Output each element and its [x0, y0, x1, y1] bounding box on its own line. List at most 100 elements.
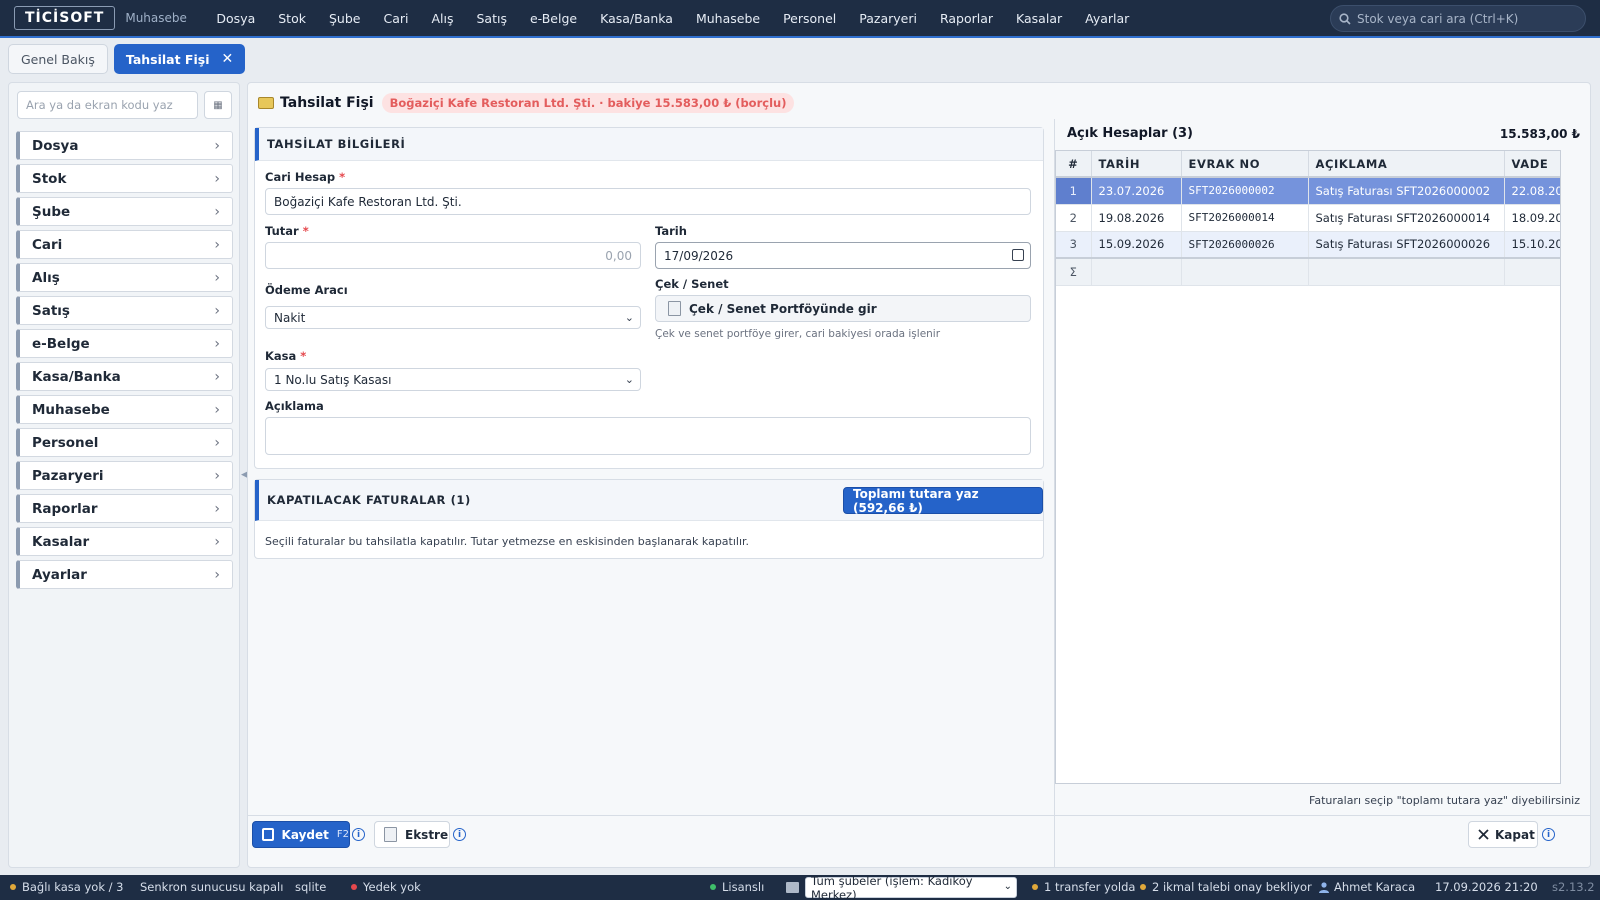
- cek-hint: Çek ve senet portföye girer, cari bakiye…: [655, 328, 941, 340]
- table-row[interactable]: 3 15.09.2026 SFT2026000026 Satış Faturas…: [1056, 231, 1560, 259]
- page-title: Tahsilat Fişi: [280, 95, 374, 111]
- save-button[interactable]: Kaydet F2: [252, 821, 350, 848]
- chevron-down-icon: ⌄: [624, 311, 634, 324]
- info-icon[interactable]: i: [352, 828, 365, 841]
- status-datetime: 17.09.2026 21:20: [1435, 880, 1538, 894]
- status-dot: [1140, 884, 1146, 890]
- table-row[interactable]: 1 23.07.2026 SFT2026000002 Satış Faturas…: [1056, 177, 1560, 205]
- sidebar-item-stok[interactable]: Stok ›: [16, 164, 233, 193]
- aciklama-textarea[interactable]: [265, 417, 1031, 455]
- sidebar-item-personel[interactable]: Personel ›: [16, 428, 233, 457]
- sidebar-item-sube[interactable]: Şube ›: [16, 197, 233, 226]
- chevron-right-icon: ›: [214, 434, 220, 451]
- document-icon: [668, 301, 681, 316]
- sidebar-item-kasa-banka[interactable]: Kasa/Banka ›: [16, 362, 233, 391]
- sidebar-item-pazaryeri[interactable]: Pazaryeri ›: [16, 461, 233, 490]
- col-vade[interactable]: VADE: [1504, 151, 1560, 178]
- sidebar-item-kasalar[interactable]: Kasalar ›: [16, 527, 233, 556]
- cell-aciklama: Satış Faturası SFT2026000002: [1308, 177, 1505, 205]
- menu-cari[interactable]: Cari: [372, 11, 420, 26]
- tab-genel-bakis[interactable]: Genel Bakış: [8, 44, 108, 74]
- menu-alis[interactable]: Alış: [420, 11, 465, 26]
- sidebar-search-input[interactable]: [17, 91, 198, 119]
- kasa-select[interactable]: 1 No.lu Satış Kasası ⌄: [265, 368, 641, 391]
- menu-dosya[interactable]: Dosya: [205, 11, 267, 26]
- chevron-right-icon: ›: [214, 269, 220, 286]
- sidebar-item-ayarlar[interactable]: Ayarlar ›: [16, 560, 233, 589]
- cari-input[interactable]: Boğaziçi Kafe Restoran Ltd. Şti.: [265, 188, 1031, 215]
- cek-senet-button[interactable]: Çek / Senet Portföyünde gir: [655, 295, 1031, 322]
- sidebar-item-label: Kasalar: [32, 533, 90, 550]
- info-icon[interactable]: i: [453, 828, 466, 841]
- sum-icon: Σ: [1056, 257, 1092, 286]
- close-button[interactable]: Kapat: [1468, 821, 1538, 848]
- status-license: Lisanslı: [710, 880, 764, 894]
- kasa-value: 1 No.lu Satış Kasası: [274, 372, 392, 387]
- sidebar-item-ebelge[interactable]: e-Belge ›: [16, 329, 233, 358]
- sidebar-item-alis[interactable]: Alış ›: [16, 263, 233, 292]
- status-transfer[interactable]: 1 transfer yolda: [1032, 880, 1135, 894]
- sidebar-item-label: Cari: [32, 236, 63, 253]
- required-mark: *: [300, 349, 307, 363]
- close-icon[interactable]: ✕: [221, 51, 233, 67]
- sidebar-item-muhasebe[interactable]: Muhasebe ›: [16, 395, 233, 424]
- col-aciklama[interactable]: AÇIKLAMA: [1308, 151, 1505, 178]
- menu-stok[interactable]: Stok: [267, 11, 318, 26]
- info-icon[interactable]: i: [1542, 828, 1555, 841]
- tarih-input[interactable]: 17/09/2026: [655, 242, 1031, 269]
- sidebar-item-label: Şube: [32, 203, 71, 220]
- sidebar-item-label: Pazaryeri: [32, 467, 104, 484]
- menu-pazaryeri[interactable]: Pazaryeri: [848, 11, 929, 26]
- sidebar-item-raporlar[interactable]: Raporlar ›: [16, 494, 233, 523]
- sidebar-item-label: Dosya: [32, 137, 79, 154]
- chevron-right-icon: ›: [214, 335, 220, 352]
- menu-ebelge[interactable]: e-Belge: [518, 11, 588, 26]
- fill-total-button[interactable]: Toplamı tutara yaz (592,66 ₺): [843, 487, 1043, 515]
- status-dot: [710, 884, 716, 890]
- sidebar-item-label: e-Belge: [32, 335, 90, 352]
- kasa-label: Kasa *: [265, 349, 306, 363]
- chevron-right-icon: ›: [214, 401, 220, 418]
- menu-muhasebe[interactable]: Muhasebe: [684, 11, 771, 26]
- cell-no: 2: [1056, 204, 1092, 232]
- status-text: 2 ikmal talebi onay bekliyor: [1152, 880, 1312, 894]
- button-label: Ekstre: [405, 827, 449, 842]
- required-mark: *: [302, 224, 309, 238]
- global-search-input[interactable]: [1357, 11, 1577, 26]
- sidebar-item-satis[interactable]: Satış ›: [16, 296, 233, 325]
- col-evrak[interactable]: EVRAK NO: [1181, 151, 1309, 178]
- cari-label: Cari Hesap *: [265, 170, 345, 184]
- ekstre-button[interactable]: Ekstre: [374, 821, 450, 848]
- branch-select[interactable]: Tüm şubeler (işlem: Kadıköy Merkez) ⌄: [805, 874, 1017, 900]
- menu-kasalar[interactable]: Kasalar: [1005, 11, 1074, 26]
- cek-label: Çek / Senet: [655, 277, 729, 291]
- label-text: Tutar: [265, 224, 299, 238]
- menu-personel[interactable]: Personel: [772, 11, 848, 26]
- sidebar-item-cari[interactable]: Cari ›: [16, 230, 233, 259]
- status-dot: [1032, 884, 1038, 890]
- status-supply[interactable]: 2 ikmal talebi onay bekliyor: [1140, 880, 1312, 894]
- menu-raporlar[interactable]: Raporlar: [928, 11, 1004, 26]
- menu-kasa-banka[interactable]: Kasa/Banka: [589, 11, 685, 26]
- grid-icon[interactable]: ▦: [204, 91, 232, 119]
- save-icon: [262, 828, 274, 841]
- tab-tahsilat-fisi[interactable]: Tahsilat Fişi ✕: [113, 44, 246, 74]
- status-dot: [351, 884, 357, 890]
- status-text: 1 transfer yolda: [1044, 880, 1136, 894]
- menu-sube[interactable]: Şube: [317, 11, 371, 26]
- status-user[interactable]: Ahmet Karaca: [1318, 880, 1415, 894]
- col-no[interactable]: #: [1056, 151, 1092, 178]
- menu-ayarlar[interactable]: Ayarlar: [1074, 11, 1141, 26]
- menu-satis[interactable]: Satış: [465, 11, 518, 26]
- odeme-select[interactable]: Nakit ⌄: [265, 306, 641, 329]
- open-accounts-title: Açık Hesaplar (3): [1067, 126, 1194, 141]
- app-logo[interactable]: TİCİSOFT: [14, 6, 116, 30]
- sidebar-item-dosya[interactable]: Dosya ›: [16, 131, 233, 160]
- cell-vade: 22.08.2026: [1504, 177, 1560, 205]
- table-row[interactable]: 2 19.08.2026 SFT2026000014 Satış Faturas…: [1056, 204, 1560, 232]
- calendar-icon[interactable]: [1012, 249, 1024, 261]
- section-title: TAHSİLAT BİLGİLERİ: [255, 128, 1043, 161]
- col-tarih[interactable]: TARİH: [1091, 151, 1182, 178]
- open-accounts-table: # TARİH EVRAK NO AÇIKLAMA VADE 1 23.07.2…: [1056, 151, 1560, 286]
- tutar-input[interactable]: 0,00: [265, 242, 641, 269]
